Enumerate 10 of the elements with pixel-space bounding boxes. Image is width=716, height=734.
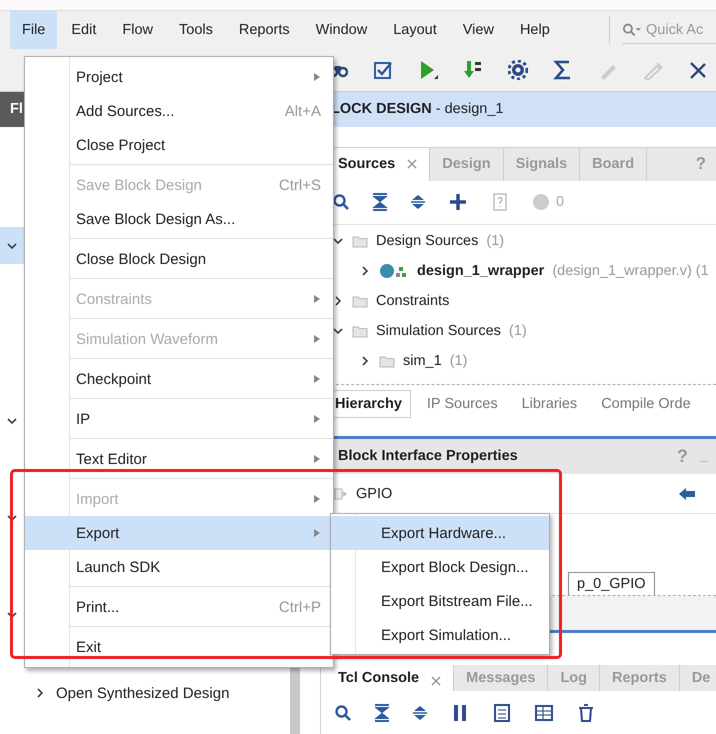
message-count: 0 — [556, 194, 564, 210]
item-count: (1) — [450, 353, 468, 370]
file-name: (design_1_wrapper.v) (1 — [552, 263, 709, 280]
interface-name: GPIO — [356, 486, 392, 502]
shortcut-label: Ctrl+P — [278, 598, 321, 616]
panel-title: Block Interface Properties — [338, 448, 518, 464]
item-count: (1) — [508, 323, 527, 340]
shortcut-label: Ctrl+S — [278, 176, 321, 194]
shortcut-label: Alt+A — [284, 102, 321, 120]
item-count: (1) — [486, 233, 504, 250]
